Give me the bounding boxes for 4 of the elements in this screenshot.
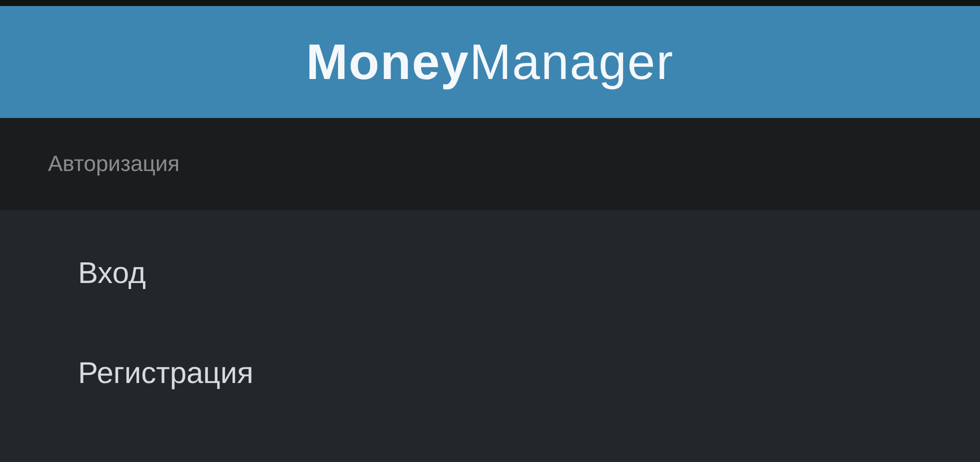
- section-title: Авторизация: [48, 151, 180, 177]
- menu-item[interactable]: Вход: [0, 224, 980, 324]
- menu-item[interactable]: Регистрация: [0, 324, 980, 424]
- app-logo: MoneyManager: [306, 33, 674, 91]
